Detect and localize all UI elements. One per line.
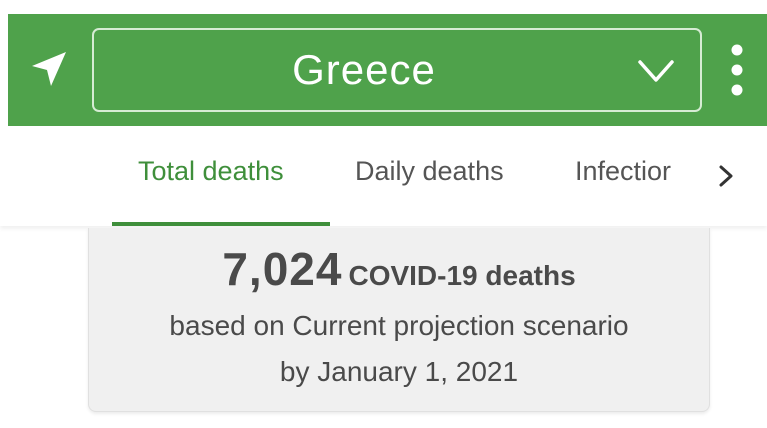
tab-bar: Total deaths Daily deaths Infectior <box>0 126 767 226</box>
app-screen: Greece Total deaths Daily deaths Infecti… <box>0 0 767 428</box>
scenario-text: based on Current projection scenario <box>169 310 629 341</box>
tab-total-deaths[interactable]: Total deaths <box>138 156 284 187</box>
summary-headline: 7,024 COVID-19 deaths <box>89 242 709 296</box>
country-name: Greece <box>292 46 436 93</box>
death-summary-card: 7,024 COVID-19 deaths based on Current pr… <box>88 228 710 412</box>
navigation-arrow-icon <box>32 52 66 86</box>
tab-infections[interactable]: Infectior <box>575 156 671 187</box>
chevron-down-icon <box>638 60 674 82</box>
active-tab-indicator <box>112 222 330 226</box>
app-bar: Greece <box>8 14 767 126</box>
projection-date-text: by January 1, 2021 <box>279 356 519 387</box>
death-label: COVID-19 deaths <box>348 260 576 291</box>
death-count: 7,024 <box>222 243 343 295</box>
more-vertical-icon <box>731 44 743 96</box>
chevron-right-icon[interactable] <box>712 162 740 190</box>
country-select[interactable]: Greece <box>92 28 702 112</box>
tab-daily-deaths[interactable]: Daily deaths <box>355 156 504 187</box>
locate-button[interactable] <box>20 40 78 98</box>
more-options-button[interactable] <box>726 36 748 104</box>
status-strip <box>0 0 767 14</box>
